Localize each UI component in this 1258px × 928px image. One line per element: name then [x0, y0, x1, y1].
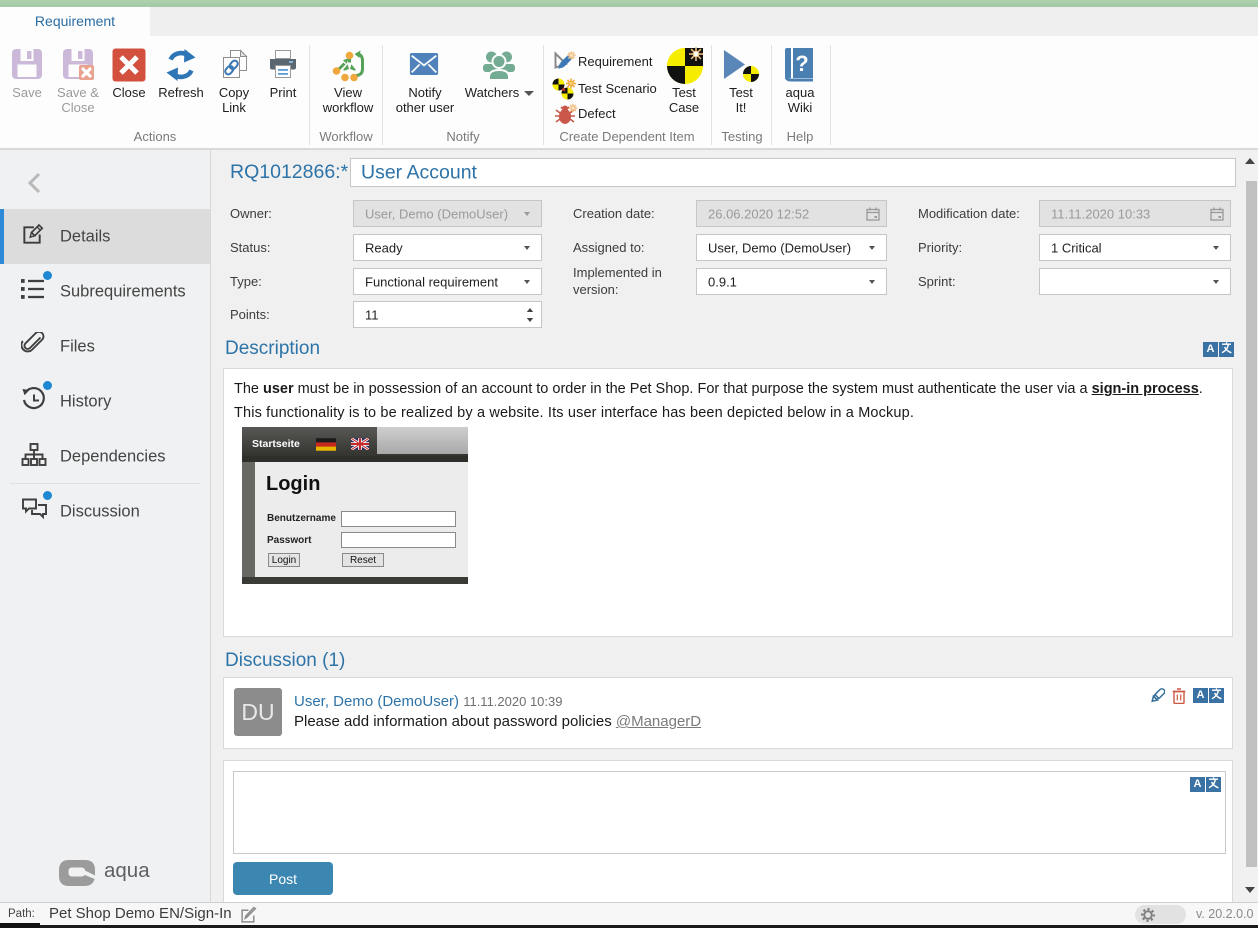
svg-text:?: ? — [795, 51, 808, 76]
